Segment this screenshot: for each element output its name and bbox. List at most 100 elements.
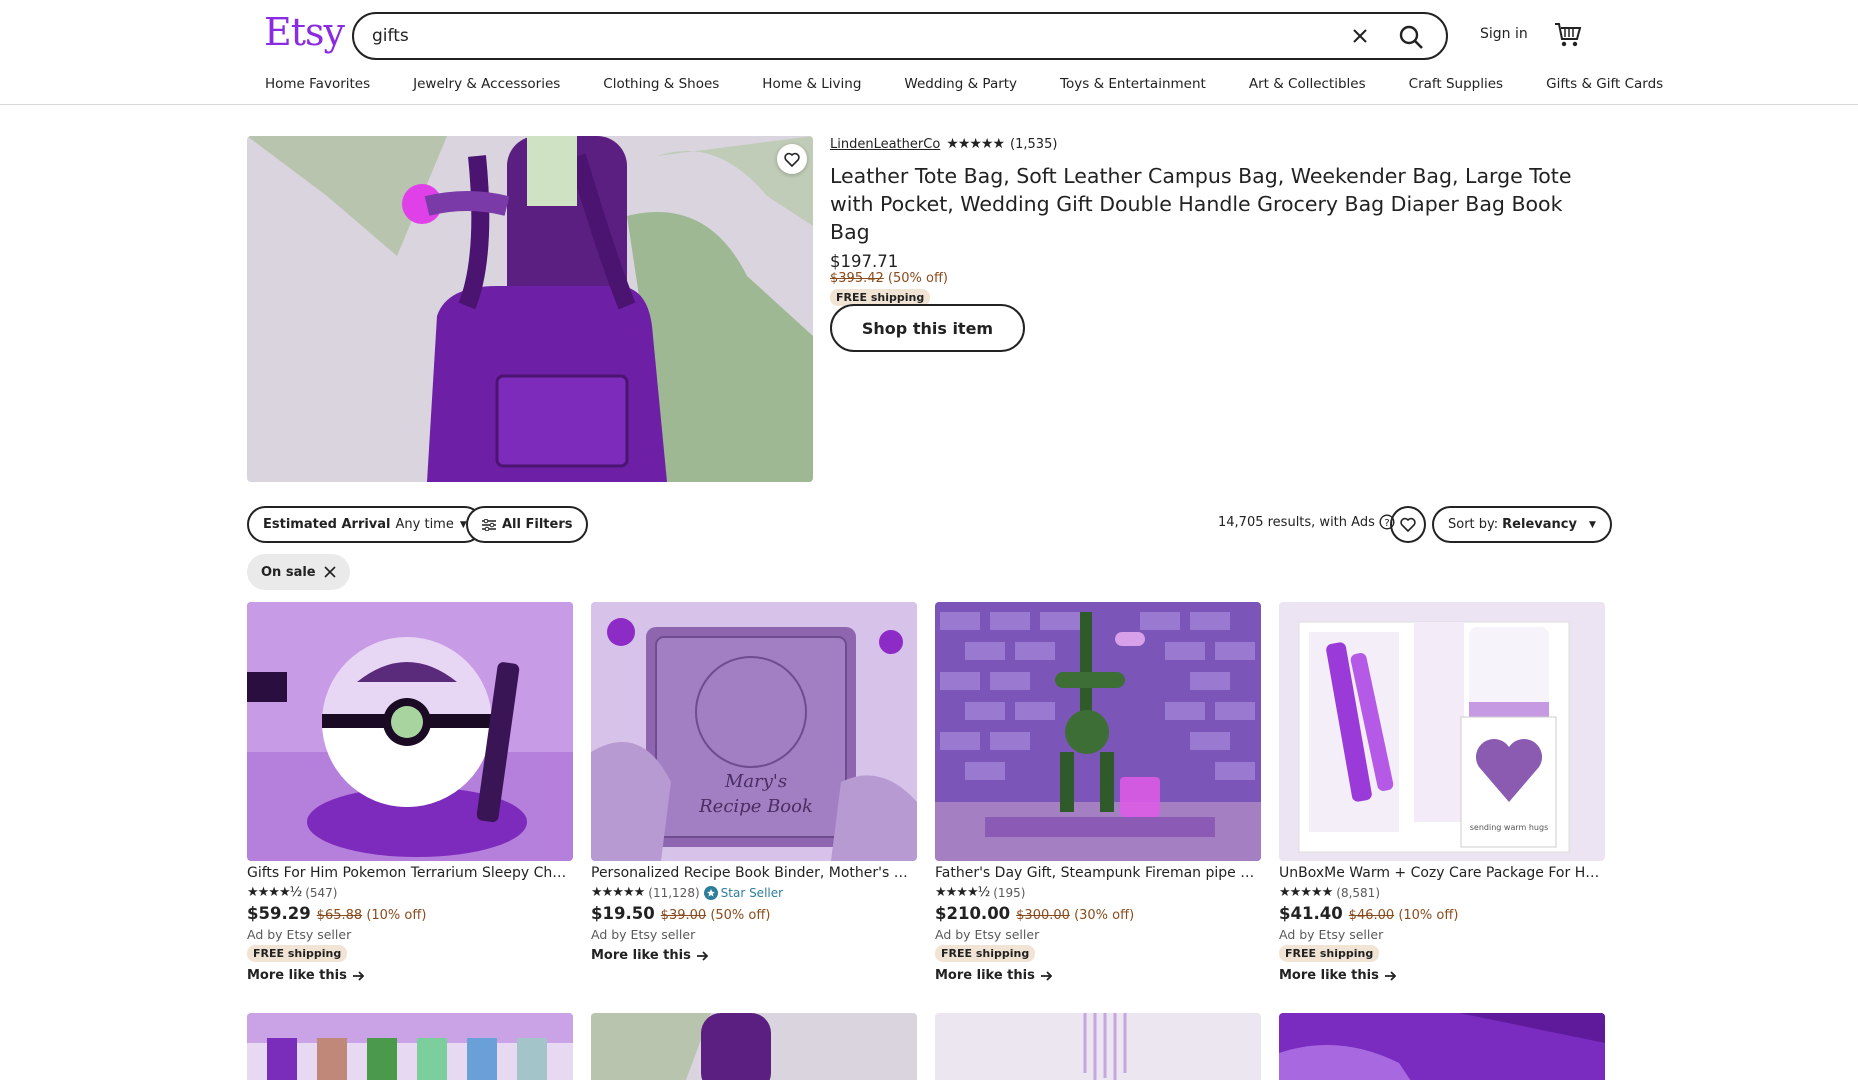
category-link[interactable]: Home Favorites [265, 76, 370, 92]
original-price: $39.00 [660, 908, 707, 923]
star-seller-badge: Star Seller [703, 885, 784, 900]
sort-dropdown[interactable]: Sort by: Relevancy ▼ [1432, 506, 1612, 543]
listing-price: $59.29 $65.88 (10% off) [247, 904, 573, 923]
svg-text:Mary's: Mary's [724, 771, 787, 792]
listing-image[interactable]: Mary's Recipe Book [591, 602, 917, 861]
sale-price: $19.50 [591, 904, 655, 923]
category-link[interactable]: Home & Living [762, 76, 861, 92]
category-link[interactable]: Craft Supplies [1409, 76, 1503, 92]
arrow-right-icon [352, 970, 365, 981]
listing-title[interactable]: Father's Day Gift, Steampunk Fireman pip… [935, 865, 1261, 881]
svg-text:sending warm hugs: sending warm hugs [1470, 823, 1548, 832]
caret-down-icon: ▼ [1588, 519, 1596, 530]
listing-image[interactable]: sending warm hugs [1279, 602, 1605, 861]
listing-title[interactable]: Gifts For Him Pokemon Terrarium Sleepy C… [247, 865, 573, 881]
listing-card[interactable]: sending warm hugs UnBoxMe Warm + Cozy Ca… [1279, 602, 1605, 983]
listing-card[interactable]: Father's Day Gift, Steampunk Fireman pip… [935, 602, 1261, 983]
ad-label: Ad by Etsy seller [591, 927, 696, 942]
category-link[interactable]: Clothing & Shoes [603, 76, 719, 92]
more-like-this-link[interactable]: More like this [935, 968, 1261, 983]
listing-rating: ★★★★½ (195) [935, 885, 1261, 900]
sale-price: $41.40 [1279, 904, 1343, 923]
free-shipping-badge: FREE shipping [935, 945, 1036, 962]
listing-title[interactable]: Personalized Recipe Book Binder, Mother'… [591, 865, 917, 881]
sort-label: Sort by: [1448, 517, 1499, 532]
favorite-heart-icon[interactable] [777, 144, 807, 174]
results-count: 14,705 results, with Ads ? [1218, 514, 1395, 530]
search-input[interactable] [372, 24, 1272, 48]
category-link[interactable]: Art & Collectibles [1249, 76, 1366, 92]
category-link[interactable]: Wedding & Party [904, 76, 1017, 92]
listing-image[interactable] [935, 1013, 1261, 1080]
active-filter-chip[interactable]: On sale [247, 554, 350, 590]
arrival-value: Any time [395, 517, 454, 532]
free-shipping-badge: FREE shipping [1279, 945, 1380, 962]
listing-image[interactable] [591, 1013, 917, 1080]
listing-image[interactable] [1279, 1013, 1605, 1080]
review-count: (547) [305, 885, 338, 900]
rating-stars: ★★★★★ [591, 885, 645, 900]
listing-image[interactable] [247, 602, 573, 861]
shop-rating-line: LindenLeatherCo ★★★★★ (1,535) [830, 136, 1590, 152]
category-link[interactable]: Jewelry & Accessories [413, 76, 560, 92]
featured-listing-info: LindenLeatherCo ★★★★★ (1,535) Leather To… [830, 136, 1590, 306]
arrow-right-icon [696, 950, 709, 961]
sale-price: $210.00 [935, 904, 1011, 923]
etsy-logo[interactable]: Etsy [264, 10, 345, 54]
featured-listing-image[interactable] [247, 136, 813, 482]
listing-price: $41.40 $46.00 (10% off) [1279, 904, 1605, 923]
discount-text: (50% off) [710, 908, 771, 923]
featured-price: $197.71 [830, 252, 899, 271]
original-price: $300.00 [1016, 908, 1070, 923]
listing-price: $210.00 $300.00 (30% off) [935, 904, 1261, 923]
clear-search-icon[interactable] [1350, 26, 1370, 46]
arrow-right-icon [1040, 970, 1053, 981]
discount-text: (30% off) [1074, 908, 1135, 923]
more-like-this-link[interactable]: More like this [591, 948, 917, 963]
arrow-right-icon [1384, 970, 1397, 981]
listing-image[interactable] [247, 1013, 573, 1080]
listing-image[interactable] [935, 602, 1261, 861]
filter-sliders-icon [482, 518, 496, 531]
shop-this-item-button[interactable]: Shop this item [830, 304, 1025, 352]
featured-original-price-line: $395.42 (50% off) [830, 271, 1590, 286]
rating-stars: ★★★★½ [935, 885, 990, 900]
shop-name-link[interactable]: LindenLeatherCo [830, 137, 940, 152]
all-filters-label: All Filters [502, 517, 573, 532]
sale-price: $59.29 [247, 904, 311, 923]
sign-in-link[interactable]: Sign in [1480, 26, 1528, 42]
category-link[interactable]: Toys & Entertainment [1060, 76, 1206, 92]
star-seller-icon [703, 885, 718, 900]
close-icon[interactable] [324, 566, 336, 578]
original-price: $65.88 [316, 908, 363, 923]
review-count: (11,128) [648, 885, 700, 900]
more-like-this-link[interactable]: More like this [247, 968, 573, 983]
rating-stars: ★★★★★ [946, 136, 1005, 152]
site-header: Etsy Sign in Home Favorites Jewelry & Ac… [0, 0, 1858, 105]
more-like-this-label: More like this [247, 968, 347, 983]
search-bar [352, 12, 1448, 60]
category-link[interactable]: Gifts & Gift Cards [1546, 76, 1663, 92]
estimated-arrival-dropdown[interactable]: Estimated Arrival Any time ▼ [247, 506, 483, 543]
star-seller-label: Star Seller [720, 885, 784, 900]
listing-title[interactable]: UnBoxMe Warm + Cozy Care Package For Her… [1279, 865, 1605, 881]
review-count: (1,535) [1010, 136, 1058, 152]
chip-label: On sale [261, 564, 316, 580]
free-shipping-badge: FREE shipping [247, 945, 348, 962]
more-like-this-link[interactable]: More like this [1279, 968, 1605, 983]
cart-icon[interactable] [1554, 22, 1582, 48]
listing-rating: ★★★★½ (547) [247, 885, 573, 900]
heart-icon [1400, 517, 1416, 532]
results-text: 14,705 results, with Ads [1218, 514, 1375, 530]
search-icon[interactable] [1398, 24, 1424, 50]
discount-text: (50% off) [887, 271, 948, 286]
svg-text:Recipe Book: Recipe Book [698, 796, 813, 817]
arrival-label: Estimated Arrival [263, 517, 391, 532]
original-price: $46.00 [1348, 908, 1395, 923]
discount-text: (10% off) [1398, 908, 1459, 923]
favorite-search-button[interactable] [1390, 506, 1426, 543]
listing-card[interactable]: Gifts For Him Pokemon Terrarium Sleepy C… [247, 602, 573, 983]
listing-card[interactable]: Mary's Recipe Book Personalized Recipe B… [591, 602, 917, 963]
all-filters-button[interactable]: All Filters [466, 506, 589, 543]
featured-listing-title[interactable]: Leather Tote Bag, Soft Leather Campus Ba… [830, 162, 1590, 246]
